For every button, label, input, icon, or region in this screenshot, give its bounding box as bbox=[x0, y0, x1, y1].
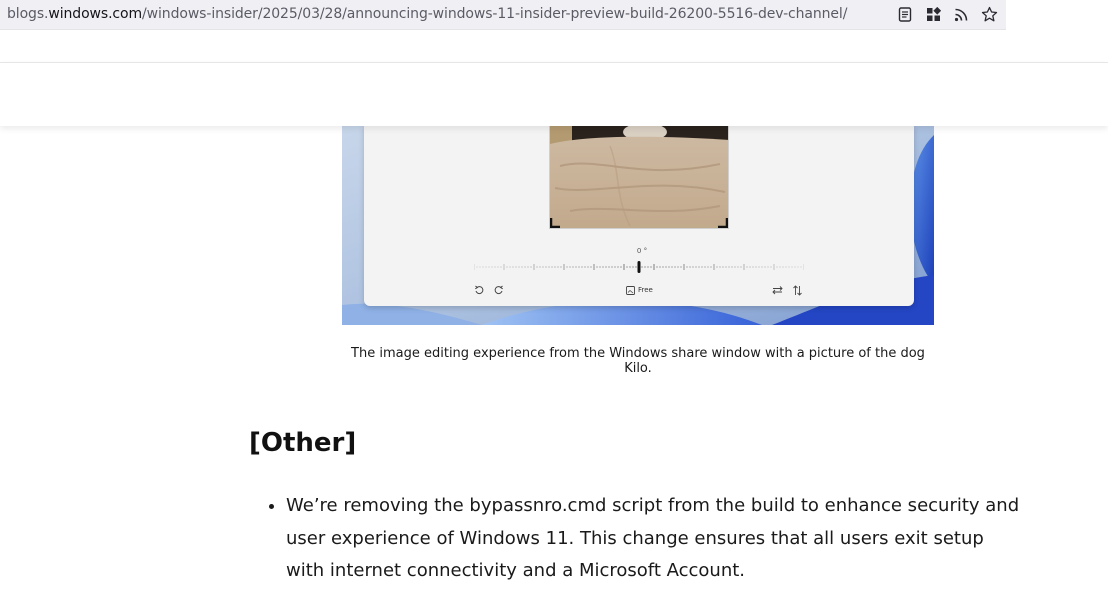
browser-viewport: blogs.windows.com/windows-insider/2025/0… bbox=[0, 0, 1108, 596]
flip-vertical-icon bbox=[793, 284, 802, 296]
crop-handle-bottom-right-icon[interactable] bbox=[718, 218, 728, 228]
rotation-dial-slider[interactable] bbox=[474, 261, 804, 273]
rotation-angle-readout: 0 ° bbox=[636, 247, 648, 255]
dial-thumb[interactable] bbox=[637, 261, 641, 273]
aspect-ratio-button[interactable]: Free bbox=[626, 283, 653, 297]
url-field[interactable]: blogs.windows.com/windows-insider/2025/0… bbox=[7, 6, 847, 22]
aspect-ratio-icon bbox=[626, 285, 635, 295]
rotate-right-icon bbox=[494, 285, 503, 295]
bullet-list: We’re removing the bypassnro.cmd script … bbox=[248, 490, 1026, 588]
rotate-left-icon bbox=[475, 285, 484, 295]
address-bar[interactable]: blogs.windows.com/windows-insider/2025/0… bbox=[0, 0, 1006, 30]
address-bar-actions bbox=[896, 5, 998, 23]
url-path: /windows-insider/2025/03/28/announcing-w… bbox=[142, 6, 848, 22]
aspect-ratio-label: Free bbox=[638, 286, 653, 294]
flip-horizontal-icon bbox=[772, 286, 783, 295]
rotate-right-button[interactable] bbox=[494, 283, 504, 297]
editor-toolbar: Free bbox=[364, 283, 914, 299]
dog-kilo-photo bbox=[549, 125, 729, 229]
flip-horizontal-button[interactable] bbox=[772, 283, 783, 297]
share-window-image-editor: 0 ° Free bbox=[364, 125, 914, 306]
figure-caption: The image editing experience from the Wi… bbox=[351, 346, 925, 376]
reader-view-icon[interactable] bbox=[896, 5, 914, 23]
flip-vertical-button[interactable] bbox=[792, 283, 803, 297]
list-item: We’re removing the bypassnro.cmd script … bbox=[286, 490, 1026, 588]
url-host: windows.com bbox=[48, 6, 143, 22]
rss-feed-icon[interactable] bbox=[952, 5, 970, 23]
crop-handle-bottom-left-icon[interactable] bbox=[550, 218, 560, 228]
url-host-prefix: blogs. bbox=[7, 6, 49, 22]
bookmark-star-icon[interactable] bbox=[980, 5, 998, 23]
site-header bbox=[0, 62, 1108, 126]
extensions-icon[interactable] bbox=[924, 5, 942, 23]
section-heading: [Other] bbox=[249, 428, 357, 458]
rotate-left-button[interactable] bbox=[474, 283, 484, 297]
article-screenshot-image: 0 ° Free bbox=[342, 125, 934, 325]
